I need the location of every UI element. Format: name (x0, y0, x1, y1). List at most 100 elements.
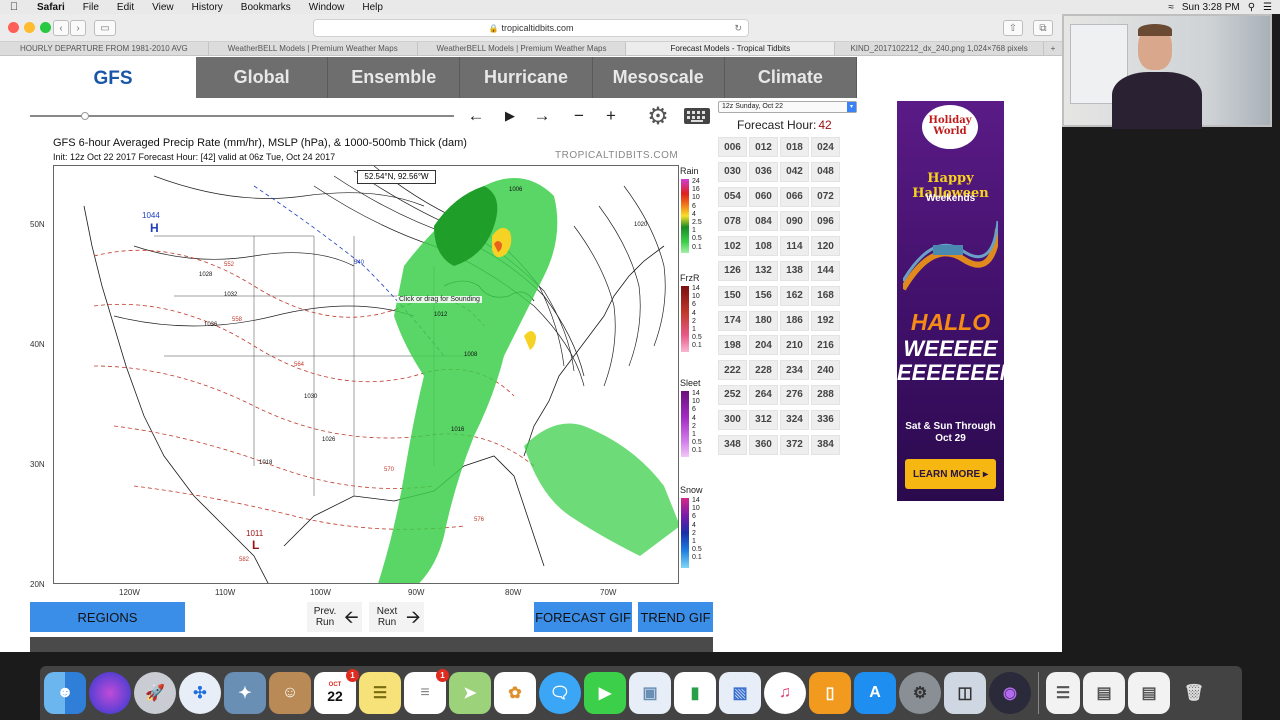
forecast-hour-button[interactable]: 252 (718, 384, 747, 405)
trash-icon[interactable]: 🗑 (1173, 672, 1215, 714)
wifi-icon[interactable]: ≈ (1168, 2, 1174, 13)
forecast-hour-button[interactable]: 210 (780, 335, 809, 356)
nav-ensemble[interactable]: Ensemble (328, 57, 461, 98)
contacts-icon[interactable]: ☺ (269, 672, 311, 714)
menu-view[interactable]: View (143, 2, 183, 13)
forecast-map[interactable]: H 1044 L 1011 1028 1032 1036 1030 1026 1… (53, 165, 679, 584)
notes-icon[interactable]: ☰ (359, 672, 401, 714)
sidebar-icon[interactable]: ▭ (94, 20, 116, 36)
nav-climate[interactable]: Climate (725, 57, 858, 98)
play-button[interactable]: ▶ (497, 105, 523, 127)
forecast-hour-button[interactable]: 102 (718, 236, 747, 257)
photos-icon[interactable]: ✿ (494, 672, 536, 714)
gear-icon[interactable]: ⚙ (645, 103, 671, 130)
ad-learn-more-button[interactable]: LEARN MORE ▸ (905, 459, 996, 489)
forecast-hour-button[interactable]: 234 (780, 360, 809, 381)
forward-icon[interactable]: › (70, 20, 86, 36)
forecast-hour-button[interactable]: 072 (811, 186, 840, 207)
forecast-hour-button[interactable]: 300 (718, 409, 747, 430)
forecast-hour-button[interactable]: 078 (718, 211, 747, 232)
siri-icon[interactable] (89, 672, 131, 714)
forecast-hour-button[interactable]: 216 (811, 335, 840, 356)
prev-frame-button[interactable]: ← (463, 105, 489, 127)
maps-icon[interactable]: ➤ (449, 672, 491, 714)
forecast-hour-button[interactable]: 114 (780, 236, 809, 257)
forecast-hour-button[interactable]: 048 (811, 161, 840, 182)
menu-history[interactable]: History (183, 2, 232, 13)
advertisement[interactable]: Holiday World Happy Halloween Weekends H… (897, 101, 1004, 501)
forecast-hour-button[interactable]: 204 (749, 335, 778, 356)
menu-safari[interactable]: Safari (28, 2, 74, 13)
forecast-hour-button[interactable]: 024 (811, 137, 840, 157)
system-preferences-icon[interactable]: ⚙ (899, 672, 941, 714)
zoom-out-button[interactable]: − (566, 105, 592, 127)
forecast-hour-button[interactable]: 240 (811, 360, 840, 381)
menu-window[interactable]: Window (300, 2, 354, 13)
forecast-hour-button[interactable]: 228 (749, 360, 778, 381)
screen-capture-icon[interactable]: ◫ (944, 672, 986, 714)
forecast-hour-button[interactable]: 120 (811, 236, 840, 257)
nav-mesoscale[interactable]: Mesoscale (593, 57, 725, 98)
clock[interactable]: Sun 3:28 PM (1182, 2, 1240, 13)
tab-hourly-departure[interactable]: HOURLY DEPARTURE FROM 1981-2010 AVG (0, 42, 209, 55)
forecast-hour-button[interactable]: 348 (718, 434, 747, 455)
forecast-hour-button[interactable]: 162 (780, 285, 809, 306)
tab-weatherbell-2[interactable]: WeatherBELL Models | Premium Weather Map… (418, 42, 627, 55)
keynote-icon[interactable]: ▧ (719, 672, 761, 714)
run-select[interactable]: 12z Sunday, Oct 22 ▾ (718, 101, 857, 113)
next-run-button[interactable]: Next Run 🡪 (369, 602, 424, 632)
forecast-hour-button[interactable]: 090 (780, 211, 809, 232)
forecast-hour-button[interactable]: 372 (780, 434, 809, 455)
zoom-in-button[interactable]: + (598, 105, 624, 127)
model-label[interactable]: GFS (30, 59, 196, 99)
forecast-hour-button[interactable]: 150 (718, 285, 747, 306)
forecast-hour-button[interactable]: 180 (749, 310, 778, 331)
safari-icon[interactable]: ✣ (179, 672, 221, 714)
forecast-hour-button[interactable]: 018 (780, 137, 809, 157)
forecast-hour-button[interactable]: 360 (749, 434, 778, 455)
forecast-hour-button[interactable]: 042 (780, 161, 809, 182)
forecast-hour-button[interactable]: 054 (718, 186, 747, 207)
itunes-icon[interactable]: ♫ (764, 672, 806, 714)
document-stack-icon[interactable]: ☰ (1046, 672, 1080, 714)
zoom-window-button[interactable] (40, 22, 51, 33)
spotlight-icon[interactable]: ⚲ (1248, 2, 1255, 13)
forecast-hour-button[interactable]: 384 (811, 434, 840, 455)
nav-global[interactable]: Global (196, 57, 329, 98)
forecast-hour-button[interactable]: 186 (780, 310, 809, 331)
facetime-icon[interactable]: ▶ (584, 672, 626, 714)
regions-button[interactable]: REGIONS (30, 602, 185, 632)
forecast-hour-button[interactable]: 324 (780, 409, 809, 430)
forecast-hour-button[interactable]: 108 (749, 236, 778, 257)
forecast-hour-button[interactable]: 336 (811, 409, 840, 430)
forecast-hour-button[interactable]: 006 (718, 137, 747, 157)
address-bar[interactable]: 🔒 tropicaltidbits.com ↻ (313, 19, 749, 37)
forecast-hour-button[interactable]: 198 (718, 335, 747, 356)
browser-icon[interactable]: ◉ (989, 672, 1031, 714)
forecast-hour-button[interactable]: 066 (780, 186, 809, 207)
tab-kind-png[interactable]: KIND_2017102212_dx_240.png 1,024×768 pix… (835, 42, 1044, 55)
back-icon[interactable]: ‹ (53, 20, 69, 36)
forecast-hour-button[interactable]: 096 (811, 211, 840, 232)
forecast-hour-button[interactable]: 222 (718, 360, 747, 381)
apple-menu-icon[interactable]:  (0, 1, 28, 13)
menu-file[interactable]: File (74, 2, 108, 13)
menu-bookmarks[interactable]: Bookmarks (232, 2, 300, 13)
loop-slider[interactable] (30, 112, 454, 120)
forecast-hour-button[interactable]: 144 (811, 260, 840, 281)
tab-forecast-models[interactable]: Forecast Models - Tropical Tidbits (626, 42, 836, 55)
forecast-hour-button[interactable]: 138 (780, 260, 809, 281)
new-tab-button[interactable]: + (1044, 42, 1062, 55)
menu-edit[interactable]: Edit (108, 2, 143, 13)
forecast-hour-button[interactable]: 084 (749, 211, 778, 232)
launchpad-icon[interactable]: 🚀 (134, 672, 176, 714)
app-store-icon[interactable]: A (854, 672, 896, 714)
trend-gif-button[interactable]: TREND GIF (638, 602, 713, 632)
slider-knob[interactable] (80, 112, 89, 120)
forecast-hour-button[interactable]: 156 (749, 285, 778, 306)
photo-app-icon[interactable]: ✦ (224, 672, 266, 714)
keyboard-icon[interactable] (683, 105, 711, 127)
forecast-hour-button[interactable]: 132 (749, 260, 778, 281)
screenshot-stack-icon[interactable]: ▤ (1083, 672, 1125, 714)
notification-center-icon[interactable]: ☰ (1263, 2, 1272, 13)
